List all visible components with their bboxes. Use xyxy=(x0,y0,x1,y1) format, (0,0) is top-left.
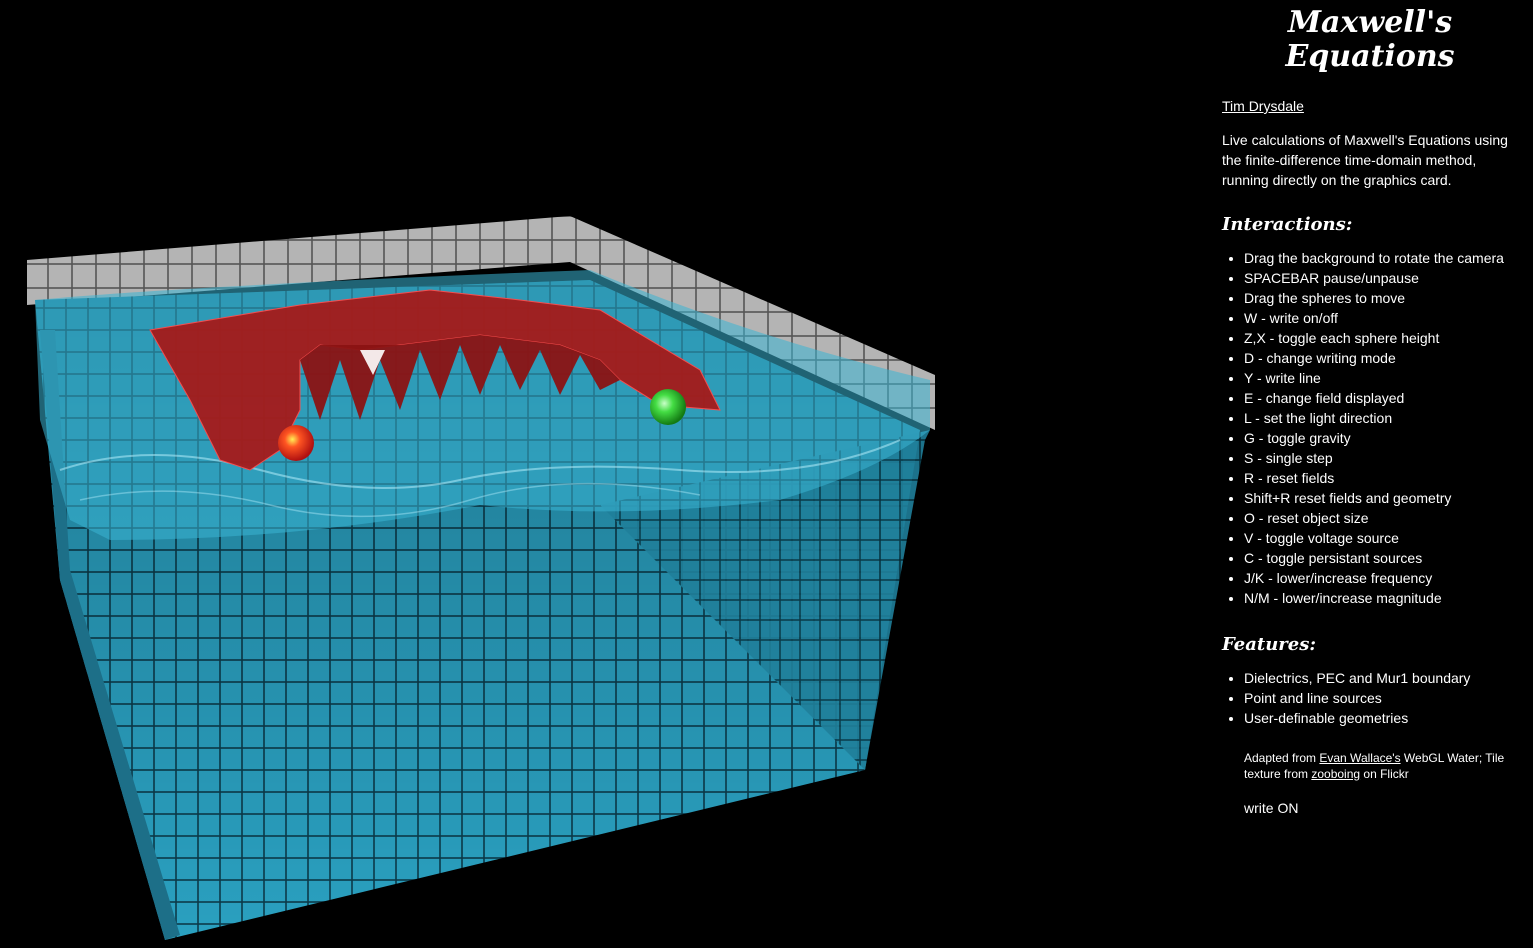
features-heading: Features: xyxy=(1222,634,1317,655)
info-panel: Maxwell's Equations Tim Drysdale Live ca… xyxy=(1222,0,1522,948)
page-title-line2: Equations xyxy=(1285,39,1455,74)
list-item: O - reset object size xyxy=(1244,508,1522,528)
interactions-list: Drag the background to rotate the camera… xyxy=(1222,248,1522,608)
list-item: S - single step xyxy=(1244,448,1522,468)
list-item: Y - write line xyxy=(1244,368,1522,388)
list-item: User-definable geometries xyxy=(1244,708,1522,728)
list-item: G - toggle gravity xyxy=(1244,428,1522,448)
list-item: E - change field displayed xyxy=(1244,388,1522,408)
red-sphere[interactable] xyxy=(278,425,314,461)
description: Live calculations of Maxwell's Equations… xyxy=(1222,132,1508,188)
zooboing-link[interactable]: zooboing xyxy=(1311,767,1360,781)
list-item: Drag the spheres to move xyxy=(1244,288,1522,308)
features-list: Dielectrics, PEC and Mur1 boundary Point… xyxy=(1222,668,1522,728)
list-item: D - change writing mode xyxy=(1244,348,1522,368)
list-item: J/K - lower/increase frequency xyxy=(1244,568,1522,588)
list-item: C - toggle persistant sources xyxy=(1244,548,1522,568)
list-item: Shift+R reset fields and geometry xyxy=(1244,488,1522,508)
list-item: Z,X - toggle each sphere height xyxy=(1244,328,1522,348)
list-item: L - set the light direction xyxy=(1244,408,1522,428)
green-sphere[interactable] xyxy=(650,389,686,425)
list-item: Dielectrics, PEC and Mur1 boundary xyxy=(1244,668,1522,688)
list-item: R - reset fields xyxy=(1244,468,1522,488)
list-item: V - toggle voltage source xyxy=(1244,528,1522,548)
list-item: W - write on/off xyxy=(1244,308,1522,328)
page-title-line1: Maxwell's xyxy=(1287,5,1453,40)
write-status: write ON xyxy=(1244,800,1299,816)
credits-prefix: Adapted from xyxy=(1244,751,1320,765)
list-item: Point and line sources xyxy=(1244,688,1522,708)
webgl-scene-canvas[interactable] xyxy=(0,0,1200,948)
page-title: Maxwell's Equations xyxy=(1222,6,1522,74)
list-item: N/M - lower/increase magnitude xyxy=(1244,588,1522,608)
interactions-heading: Interactions: xyxy=(1222,214,1353,235)
author-link[interactable]: Tim Drysdale xyxy=(1222,96,1304,116)
list-item: SPACEBAR pause/unpause xyxy=(1244,268,1522,288)
credits: Adapted from Evan Wallace's WebGL Water;… xyxy=(1244,750,1522,782)
evan-wallace-link[interactable]: Evan Wallace's xyxy=(1319,751,1400,765)
list-item: Drag the background to rotate the camera xyxy=(1244,248,1522,268)
credits-suffix: on Flickr xyxy=(1360,767,1409,781)
